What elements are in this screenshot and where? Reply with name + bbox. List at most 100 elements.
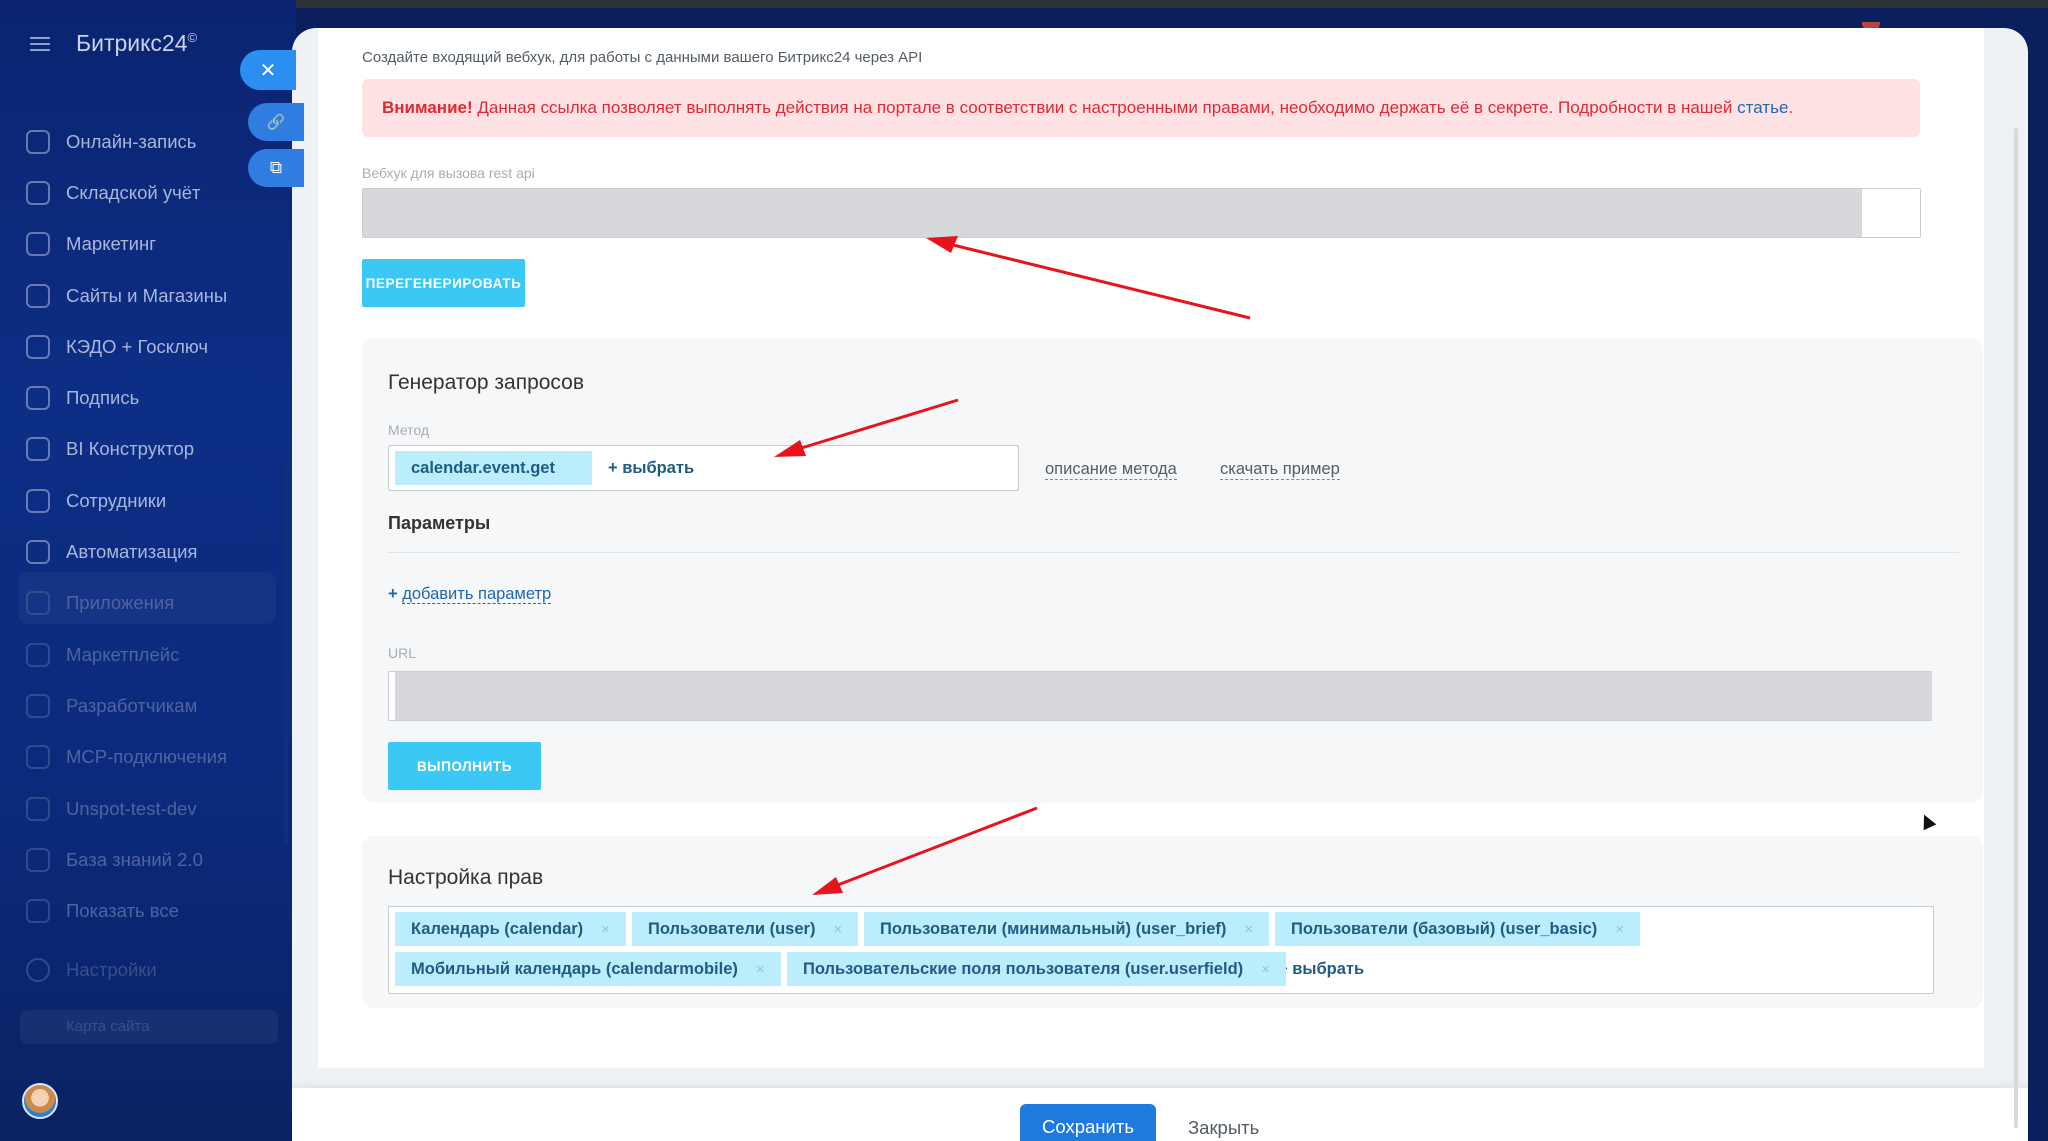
scope-tag[interactable]: Пользовательские поля пользователя (user… — [787, 952, 1286, 986]
remove-scope-icon[interactable]: × — [756, 961, 765, 978]
article-link[interactable]: статье — [1737, 98, 1788, 117]
warning-alert: Внимание! Данная ссылка позволяет выполн… — [362, 79, 1920, 137]
scope-tag-label: Пользователи (минимальный) (user_brief) — [880, 919, 1227, 938]
close-button[interactable]: Закрыть — [1188, 1117, 1259, 1139]
scope-tag[interactable]: Мобильный календарь (calendarmobile) × — [395, 952, 781, 986]
employees-icon — [26, 488, 50, 513]
scope-tag-label: Пользователи (user) — [648, 919, 816, 938]
url-input[interactable] — [388, 671, 1932, 721]
download-example-link[interactable]: скачать пример — [1220, 460, 1340, 480]
gear-icon — [26, 958, 50, 982]
method-tag[interactable]: calendar.event.get — [395, 451, 592, 485]
rights-title: Настройка прав — [388, 866, 544, 889]
sidebar-item-label: Unspot-test-dev — [66, 797, 197, 819]
sidebar-item[interactable]: Маркетплейс — [26, 629, 227, 680]
sidebar-item-label: Показать все — [66, 900, 179, 922]
mcp-icon — [26, 745, 50, 770]
webhook-url-input[interactable] — [362, 188, 1921, 238]
sidebar-item[interactable]: Приложения — [26, 578, 227, 629]
scope-tag[interactable]: Пользователи (базовый) (user_basic) × — [1275, 912, 1640, 946]
pen-icon — [26, 386, 50, 411]
remove-scope-icon[interactable]: × — [1244, 921, 1253, 938]
brand-logo[interactable]: Битрикс24© — [76, 30, 197, 57]
remove-scope-icon[interactable]: × — [1615, 921, 1624, 938]
sidebar-item-label: Разработчикам — [66, 694, 198, 716]
bar-chart-icon — [26, 437, 50, 462]
sidebar-item[interactable]: Онлайн-запись — [26, 116, 227, 167]
scope-tag-label: Мобильный календарь (calendarmobile) — [411, 959, 738, 978]
copy-link-icon[interactable]: 🔗 — [248, 103, 304, 141]
sidebar-item-label: Настройки — [66, 959, 157, 980]
code-icon — [26, 693, 50, 718]
scope-choose-link[interactable]: + выбрать — [1278, 960, 1364, 979]
generator-title: Генератор запросов — [388, 371, 585, 394]
intro-text: Создайте входящий вебхук, для работы с д… — [362, 49, 923, 66]
sidebar-item-label: Складской учёт — [66, 181, 201, 203]
sidebar-item[interactable]: Маркетинг — [26, 219, 227, 270]
sitemap-button[interactable]: Карта сайта — [20, 1010, 278, 1044]
slider-close-icon[interactable]: ✕ — [240, 50, 296, 90]
sidebar-item[interactable]: Разработчикам — [26, 680, 227, 731]
hamburger-menu-icon[interactable] — [30, 36, 50, 51]
sidebar-item-label: База знаний 2.0 — [66, 848, 203, 870]
scope-selector[interactable]: + выбрать Календарь (calendar) × Пользоват… — [388, 906, 1934, 994]
scope-tag-label: Пользовательские поля пользователя (user… — [803, 959, 1244, 978]
sidebar-item-label: Подпись — [66, 387, 140, 409]
sidebar-item-label: Приложения — [66, 592, 175, 614]
redacted-webhook-value — [363, 189, 1862, 237]
scope-tag[interactable]: Календарь (calendar) × — [395, 912, 626, 946]
execute-button[interactable]: ВЫПОЛНИТЬ — [388, 742, 541, 790]
page-scrollbar[interactable] — [2014, 128, 2018, 1128]
sidebar-item[interactable]: Подпись — [26, 372, 227, 423]
webhook-slider-panel: Создайте входящий вебхук, для работы с д… — [292, 28, 2028, 1141]
app-u-icon — [26, 796, 50, 821]
sidebar-item[interactable]: Складской учёт — [26, 167, 227, 218]
sidebar-item[interactable]: Unspot-test-dev — [26, 783, 227, 834]
sidebar-item[interactable]: База знаний 2.0 — [26, 834, 227, 885]
sidebar-item[interactable]: Сайты и Магазины — [26, 270, 227, 321]
brand: Битрикс24© — [30, 30, 197, 57]
webhook-field-label: Вебхук для вызова rest api — [362, 165, 535, 181]
remove-scope-icon[interactable]: × — [601, 921, 610, 938]
sidebar-item-label: Автоматизация — [66, 541, 198, 563]
sidebar-item[interactable]: MCP-подключения — [26, 732, 227, 783]
alert-end: . — [1788, 98, 1794, 117]
scope-tag[interactable]: Пользователи (минимальный) (user_brief) × — [864, 912, 1270, 946]
user-avatar[interactable] — [22, 1083, 58, 1119]
sidebar-item[interactable]: Автоматизация — [26, 526, 227, 577]
robot-icon — [26, 540, 50, 565]
regenerate-button[interactable]: ПЕРЕГЕНЕРИРОВАТЬ — [362, 259, 525, 307]
alert-text: Данная ссылка позволяет выполнять действ… — [472, 98, 1738, 117]
scope-tag-label: Календарь (calendar) — [411, 919, 584, 938]
sidebar-item[interactable]: КЭДО + Госключ — [26, 321, 227, 372]
warehouse-icon — [26, 180, 50, 205]
method-choose-link[interactable]: + выбрать — [608, 459, 694, 478]
remove-scope-icon[interactable]: × — [1261, 961, 1270, 978]
sidebar-item-label: Маркетинг — [66, 233, 156, 255]
sidebar-item[interactable]: Показать все — [26, 885, 227, 936]
remove-scope-icon[interactable]: × — [833, 921, 842, 938]
url-label: URL — [388, 645, 417, 661]
scope-tag[interactable]: Пользователи (user) × — [632, 912, 859, 946]
sidebar-item-label: BI Конструктор — [66, 438, 195, 460]
sidebar-scrollbar[interactable] — [284, 465, 288, 845]
method-description-link[interactable]: описание метода — [1045, 460, 1177, 480]
rights-section: Настройка прав + выбрать Календарь (cale… — [362, 836, 1983, 1008]
open-new-window-icon[interactable]: ⧉ — [248, 149, 304, 187]
params-title: Параметры — [388, 513, 491, 533]
slider-content: Создайте входящий вебхук, для работы с д… — [292, 28, 1984, 1088]
params-divider — [388, 552, 1959, 553]
add-parameter-link[interactable]: + добавить параметр — [388, 585, 552, 604]
request-generator-section: Генератор запросов Метод calendar.event.… — [362, 338, 1983, 803]
method-selector[interactable]: calendar.event.get + выбрать — [388, 445, 1019, 491]
sidebar-item-label: Сотрудники — [66, 489, 167, 511]
document-icon — [26, 334, 50, 359]
marketplace-icon — [26, 642, 50, 667]
save-button[interactable]: Сохранить — [1020, 1104, 1156, 1141]
sidebar-item-settings[interactable]: Настройки — [26, 958, 157, 982]
sidebar-item[interactable]: Сотрудники — [26, 475, 227, 526]
sidebar-item[interactable]: BI Конструктор — [26, 424, 227, 475]
cart-icon — [26, 283, 50, 308]
method-label: Метод — [388, 422, 430, 438]
sidebar-item-label: КЭДО + Госключ — [66, 335, 208, 357]
